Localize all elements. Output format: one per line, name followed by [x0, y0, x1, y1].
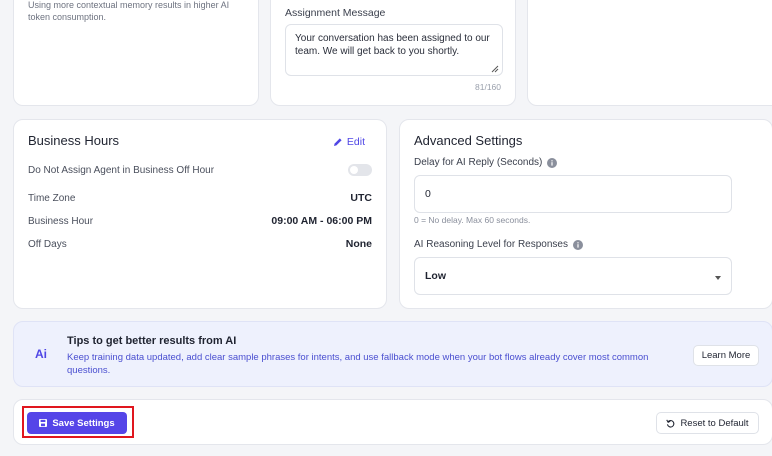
off-days-value: None — [345, 238, 372, 250]
reset-to-default-button[interactable]: Reset to Default — [656, 412, 759, 434]
pencil-icon — [333, 138, 342, 146]
reset-icon — [666, 419, 675, 428]
business-hour-row: Business Hour 09:00 AM - 06:00 PM — [28, 215, 372, 227]
info-icon[interactable] — [572, 239, 583, 250]
business-hours-card: Business Hours Edit Do Not Assign Agent … — [13, 119, 387, 309]
ai-badge-icon: Ai — [35, 347, 47, 361]
chevron-down-icon — [715, 276, 721, 280]
assignment-message-textarea[interactable]: Your conversation has been assigned to o… — [285, 24, 503, 76]
reasoning-label: AI Reasoning Level for Responses — [414, 239, 568, 250]
delay-field-label: Delay for AI Reply (Seconds) — [414, 157, 558, 168]
off-days-label: Off Days — [28, 238, 67, 250]
tips-body: Keep training data updated, add clear sa… — [67, 352, 649, 376]
business-hour-value: 09:00 AM - 06:00 PM — [271, 215, 372, 227]
advanced-settings-title: Advanced Settings — [414, 133, 523, 148]
settings-footer: Save Settings Reset to Default — [13, 399, 772, 445]
advanced-settings-card: Advanced Settings Delay for AI Reply (Se… — [399, 119, 772, 309]
reasoning-field-label: AI Reasoning Level for Responses — [414, 239, 583, 250]
resize-handle-icon[interactable] — [491, 65, 499, 73]
save-icon — [39, 419, 48, 427]
off-hour-toggle[interactable] — [348, 164, 372, 176]
assignment-message-text: Your conversation has been assigned to o… — [295, 33, 490, 57]
edit-label: Edit — [346, 136, 365, 148]
time-zone-row: Time Zone UTC — [28, 192, 372, 204]
off-days-row: Off Days None — [28, 238, 372, 250]
memory-card: Using more contextual memory results in … — [13, 0, 259, 106]
off-hour-row: Do Not Assign Agent in Business Off Hour — [28, 164, 372, 176]
tips-title: Tips to get better results from AI — [67, 335, 237, 347]
delay-help-text: 0 = No delay. Max 60 seconds. — [414, 215, 531, 225]
save-settings-button[interactable]: Save Settings — [27, 412, 127, 434]
business-hour-label: Business Hour — [28, 215, 94, 227]
info-icon[interactable] — [547, 157, 558, 168]
reasoning-value: Low — [425, 270, 446, 282]
time-zone-label: Time Zone — [28, 192, 76, 204]
tips-banner: Ai Tips to get better results from AI Ke… — [13, 321, 772, 387]
memory-note: Using more contextual memory results in … — [28, 0, 230, 22]
reset-label: Reset to Default — [680, 417, 749, 429]
delay-value: 0 — [425, 188, 431, 200]
assignment-message-label: Assignment Message — [285, 7, 386, 19]
save-settings-label: Save Settings — [52, 417, 115, 429]
business-hours-title: Business Hours — [28, 133, 120, 148]
reasoning-level-select[interactable]: Low — [414, 257, 732, 295]
edit-business-hours-button[interactable]: Edit — [333, 136, 365, 148]
delay-label: Delay for AI Reply (Seconds) — [414, 157, 543, 168]
learn-more-button[interactable]: Learn More — [693, 345, 759, 366]
char-count: 81/160 — [475, 82, 501, 92]
assignment-card: Assignment Message Your conversation has… — [270, 0, 516, 106]
time-zone-value: UTC — [350, 192, 372, 204]
right-card — [527, 0, 772, 106]
delay-input[interactable]: 0 — [414, 175, 732, 213]
off-hour-label: Do Not Assign Agent in Business Off Hour — [28, 164, 215, 176]
